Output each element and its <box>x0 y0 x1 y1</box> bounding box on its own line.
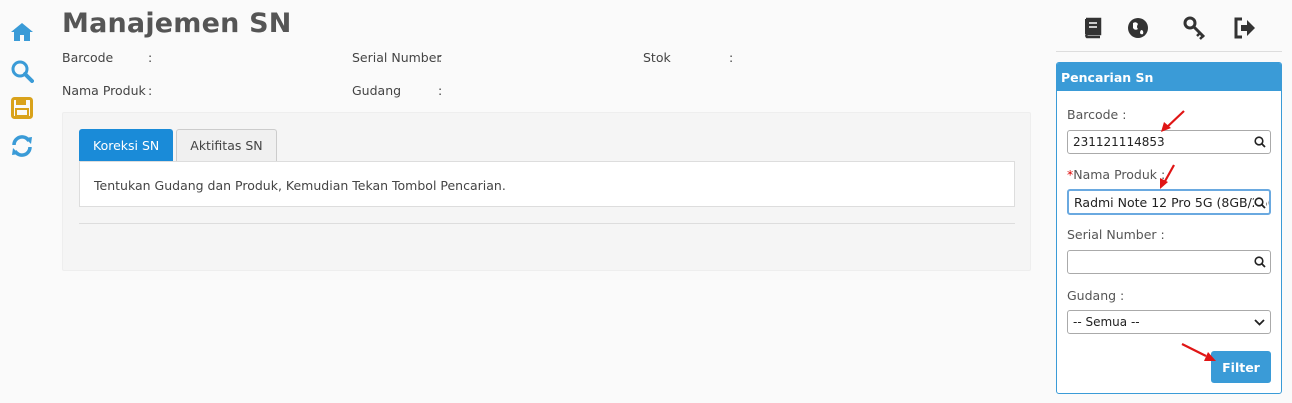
annotation-arrow <box>1160 164 1175 189</box>
annotation-arrow <box>1161 110 1185 132</box>
nama-produk-input[interactable]: Radmi Note 12 Pro 5G (8GB/256GB) <box>1067 189 1271 215</box>
chevron-down-icon <box>1254 319 1265 326</box>
info-serial: Serial Number : <box>352 50 442 65</box>
key-icon[interactable] <box>1183 16 1207 40</box>
barcode-label: Barcode : <box>1067 107 1127 122</box>
nama-produk-label-text: Nama Produk : <box>1073 167 1166 182</box>
info-gudang-label: Gudang <box>352 83 402 98</box>
info-stok-label: Stok <box>643 50 671 65</box>
tab-message: Tentukan Gudang dan Produk, Kemudian Tek… <box>94 178 506 193</box>
logout-icon[interactable] <box>1233 16 1257 40</box>
barcode-value: 231121114853 <box>1073 135 1165 149</box>
info-colon: : <box>438 50 443 65</box>
tab-koreksi-sn[interactable]: Koreksi SN <box>79 129 174 161</box>
annotation-arrow <box>1181 343 1216 361</box>
serial-number-input[interactable] <box>1067 250 1271 274</box>
info-stok: Stok : <box>643 50 733 65</box>
info-barcode-label: Barcode <box>62 50 114 65</box>
right-divider <box>1056 51 1282 52</box>
tab-bar: Koreksi SN Aktifitas SN <box>79 129 280 161</box>
left-sidebar <box>0 0 44 403</box>
globe-icon[interactable] <box>1126 16 1150 40</box>
search-icon[interactable] <box>1254 256 1266 268</box>
search-panel-title: Pencarian Sn <box>1057 63 1281 91</box>
info-colon: : <box>148 50 153 65</box>
info-colon: : <box>148 83 153 98</box>
info-colon: : <box>729 50 734 65</box>
info-serial-label: Serial Number <box>352 50 442 65</box>
save-icon[interactable] <box>10 96 34 120</box>
info-nama-produk: Nama Produk : <box>62 83 152 98</box>
tab-content: Tentukan Gudang dan Produk, Kemudian Tek… <box>79 161 1015 207</box>
gudang-selected: -- Semua -- <box>1073 315 1140 329</box>
info-nama-produk-label: Nama Produk <box>62 83 146 98</box>
main-panel: Koreksi SN Aktifitas SN Tentukan Gudang … <box>62 112 1031 271</box>
search-icon[interactable] <box>1254 136 1266 148</box>
home-icon[interactable] <box>10 20 34 44</box>
gudang-select[interactable]: -- Semua -- <box>1067 310 1271 334</box>
serial-number-label: Serial Number : <box>1067 227 1165 242</box>
divider <box>79 223 1015 224</box>
gudang-label: Gudang : <box>1067 288 1125 303</box>
refresh-icon[interactable] <box>10 134 34 158</box>
info-colon: : <box>438 83 443 98</box>
search-icon[interactable] <box>10 59 34 83</box>
tab-aktifitas-sn[interactable]: Aktifitas SN <box>176 129 277 161</box>
search-icon[interactable] <box>1254 197 1266 209</box>
book-icon[interactable] <box>1080 16 1104 40</box>
nama-produk-label: *Nama Produk : <box>1067 167 1165 182</box>
info-barcode: Barcode : <box>62 50 152 65</box>
nama-produk-value: Radmi Note 12 Pro 5G (8GB/256GB) <box>1074 195 1269 210</box>
page-title: Manajemen SN <box>62 8 292 39</box>
filter-button[interactable]: Filter <box>1211 351 1271 383</box>
info-gudang: Gudang : <box>352 83 442 98</box>
